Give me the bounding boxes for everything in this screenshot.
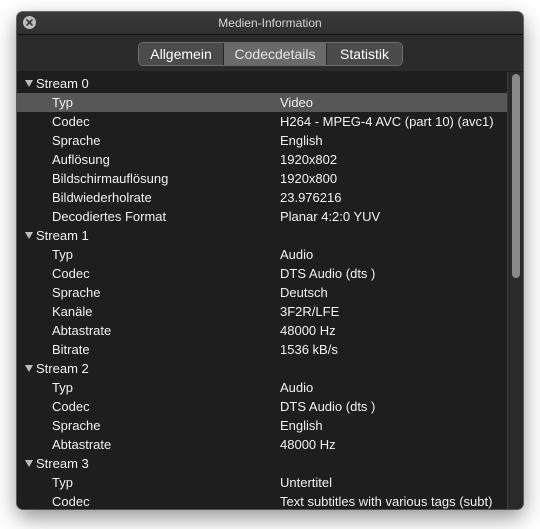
stream-name: Stream 0: [36, 76, 89, 91]
window-title: Medien-Information: [218, 16, 322, 30]
property-row[interactable]: Abtastrate 48000 Hz: [17, 321, 507, 340]
stream-header[interactable]: Stream 2: [17, 359, 507, 378]
property-key: Typ: [52, 475, 73, 490]
disclosure-triangle-icon[interactable]: [25, 365, 33, 372]
property-row[interactable]: Typ Untertitel: [17, 473, 507, 492]
stream-name: Stream 2: [36, 361, 89, 376]
scrollbar-thumb[interactable]: [512, 74, 520, 278]
stream-name: Stream 1: [36, 228, 89, 243]
tab-allgemein[interactable]: Allgemein: [139, 43, 223, 65]
property-row[interactable]: Codec Text subtitles with various tags (s…: [17, 492, 507, 509]
property-key: Codec: [52, 114, 90, 129]
property-key: Abtastrate: [52, 323, 112, 338]
stream-name: Stream 3: [36, 456, 89, 471]
property-key: Decodiertes Format: [52, 209, 167, 224]
property-row[interactable]: Codec DTS Audio (dts ): [17, 397, 507, 416]
property-row[interactable]: Sprache English: [17, 131, 507, 150]
property-row[interactable]: Codec H264 - MPEG-4 AVC (part 10) (avc1): [17, 112, 507, 131]
property-value: Audio: [280, 247, 314, 262]
property-row[interactable]: Bildwiederholrate 23.976216: [17, 188, 507, 207]
property-key: Kanäle: [52, 304, 93, 319]
property-value: Deutsch: [280, 285, 328, 300]
property-key: Abtastrate: [52, 437, 112, 452]
disclosure-triangle-icon[interactable]: [25, 232, 33, 239]
property-value: Text subtitles with various tags (subt): [280, 494, 493, 509]
property-value: 1920x800: [280, 171, 338, 186]
tab-codecdetails[interactable]: Codecdetails: [223, 43, 326, 65]
property-row[interactable]: Typ Audio: [17, 245, 507, 264]
property-value: 3F2R/LFE: [280, 304, 340, 319]
property-key: Codec: [52, 266, 90, 281]
title-bar[interactable]: Medien-Information: [17, 12, 523, 35]
codec-details-tree: Stream 0 Typ Video Codec H264 - MPEG-4 AVC (…: [17, 72, 523, 509]
stream-header[interactable]: Stream 0: [17, 74, 507, 93]
media-info-window: Medien-Information Allgemein Codecdetail…: [17, 12, 523, 509]
property-key: Bildschirmauflösung: [52, 171, 169, 186]
property-value: Video: [280, 95, 314, 110]
vertical-scrollbar[interactable]: [507, 72, 523, 509]
tab-bar: Allgemein Codecdetails Statistik: [17, 35, 523, 71]
property-value: DTS Audio (dts ): [280, 266, 376, 281]
property-key: Auflösung: [52, 152, 110, 167]
property-key: Sprache: [52, 418, 101, 433]
property-row[interactable]: Decodiertes Format Planar 4:2:0 YUV: [17, 207, 507, 226]
property-key: Codec: [52, 399, 90, 414]
property-row[interactable]: Sprache English: [17, 416, 507, 435]
disclosure-triangle-icon[interactable]: [25, 80, 33, 87]
property-key: Bildwiederholrate: [52, 190, 152, 205]
property-value: Planar 4:2:0 YUV: [280, 209, 381, 224]
property-value: Untertitel: [280, 475, 333, 490]
property-row[interactable]: Typ Audio: [17, 378, 507, 397]
property-value: DTS Audio (dts ): [280, 399, 376, 414]
property-key: Typ: [52, 95, 73, 110]
property-key: Codec: [52, 494, 90, 509]
stream-header[interactable]: Stream 3: [17, 454, 507, 473]
property-value: 48000 Hz: [280, 437, 336, 452]
property-key: Bitrate: [52, 342, 90, 357]
property-row[interactable]: Typ Video: [17, 93, 507, 112]
segmented-control: Allgemein Codecdetails Statistik: [138, 42, 403, 66]
property-value: 23.976216: [280, 190, 342, 205]
property-value: H264 - MPEG-4 AVC (part 10) (avc1): [280, 114, 494, 129]
property-row[interactable]: Bitrate 1536 kB/s: [17, 340, 507, 359]
property-row[interactable]: Codec DTS Audio (dts ): [17, 264, 507, 283]
tab-statistik[interactable]: Statistik: [326, 43, 402, 65]
property-row[interactable]: Sprache Deutsch: [17, 283, 507, 302]
property-row[interactable]: Bildschirmauflösung 1920x800: [17, 169, 507, 188]
property-row[interactable]: Abtastrate 48000 Hz: [17, 435, 507, 454]
property-value: English: [280, 133, 323, 148]
property-value: 48000 Hz: [280, 323, 336, 338]
property-key: Typ: [52, 247, 73, 262]
property-value: Audio: [280, 380, 314, 395]
property-row[interactable]: Kanäle 3F2R/LFE: [17, 302, 507, 321]
property-key: Sprache: [52, 285, 101, 300]
property-key: Typ: [52, 380, 73, 395]
property-value: English: [280, 418, 323, 433]
disclosure-triangle-icon[interactable]: [25, 460, 33, 467]
property-row[interactable]: Auflösung 1920x802: [17, 150, 507, 169]
stream-header[interactable]: Stream 1: [17, 226, 507, 245]
property-value: 1920x802: [280, 152, 338, 167]
property-value: 1536 kB/s: [280, 342, 338, 357]
property-key: Sprache: [52, 133, 101, 148]
